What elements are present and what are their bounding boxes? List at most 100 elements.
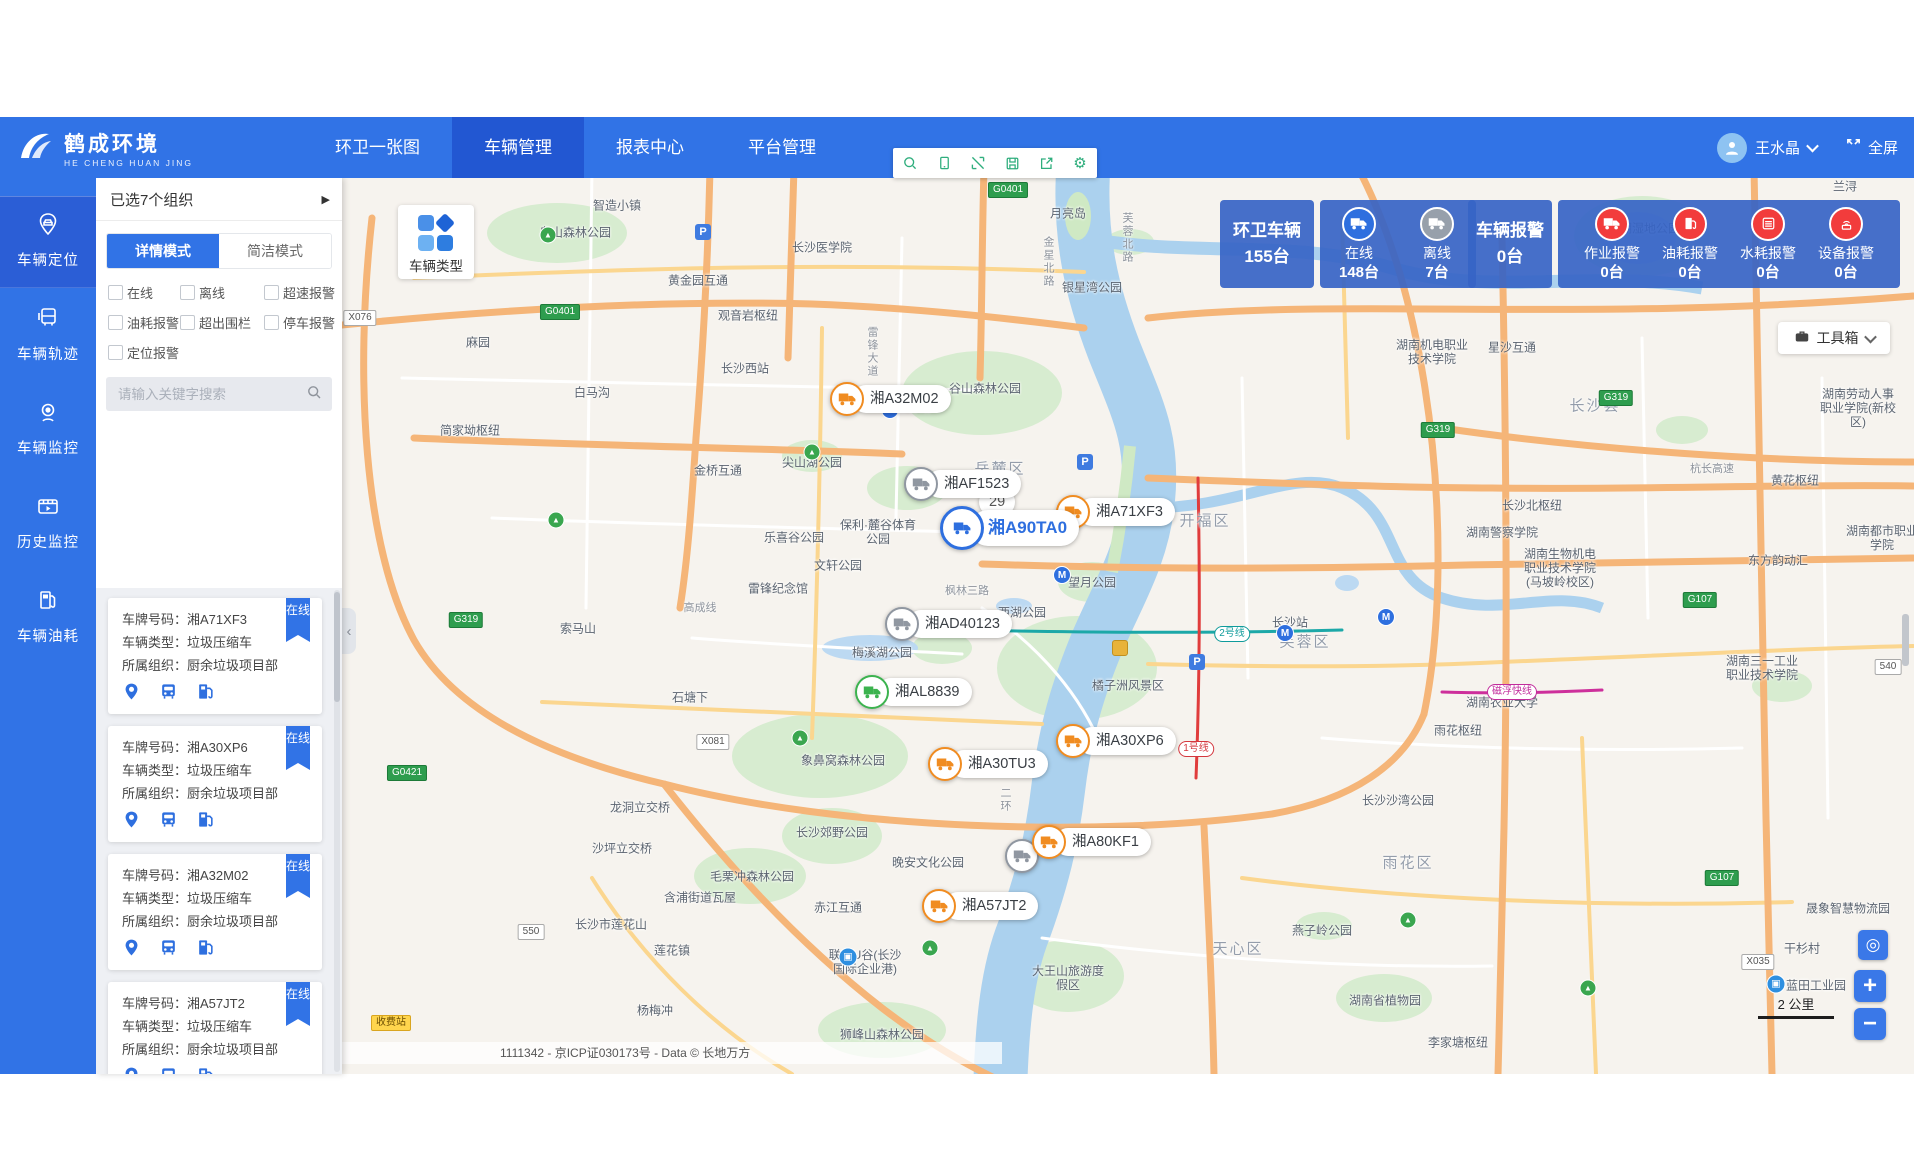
expand-arrows-icon[interactable]: [967, 152, 989, 174]
filter-checkbox[interactable]: 油耗报警: [108, 313, 180, 332]
vehicle-marker[interactable]: 湘A90TA0: [940, 506, 1079, 550]
vehicle-marker[interactable]: 湘AL8839: [855, 675, 972, 709]
checkbox-icon[interactable]: [264, 285, 279, 300]
filter-checkbox[interactable]: 在线: [108, 283, 180, 302]
menu-item-vehicle-management[interactable]: 车辆管理: [452, 117, 584, 178]
menu-item-platform[interactable]: 平台管理: [716, 117, 848, 178]
menu-item-overview[interactable]: 环卫一张图: [303, 117, 452, 178]
settings-gear-icon[interactable]: ⚙: [1069, 152, 1091, 174]
logo-subtitle: HE CHENG HUAN JING: [64, 158, 193, 168]
vehicle-marker[interactable]: 湘A30XP6: [1056, 724, 1176, 758]
zoom-in-button[interactable]: +: [1854, 970, 1886, 1002]
vehicle-card[interactable]: 车牌号码：湘A30XP6 车辆类型：垃圾压缩车 所属组织：厨余垃圾项目部 在线: [108, 726, 322, 842]
checkbox-icon[interactable]: [264, 315, 279, 330]
map-label: 长沙沙湾公园: [1362, 792, 1434, 809]
vehicle-card[interactable]: 车牌号码：湘A71XF3 车辆类型：垃圾压缩车 所属组织：厨余垃圾项目部 在线: [108, 598, 322, 714]
menu-item-reports[interactable]: 报表中心: [584, 117, 716, 178]
fleet-title: 环卫车辆: [1233, 218, 1301, 244]
locate-vehicle-icon[interactable]: [122, 938, 141, 962]
locate-button[interactable]: ◎: [1858, 930, 1888, 960]
track-vehicle-icon[interactable]: [159, 682, 178, 706]
fuel-record-icon[interactable]: [196, 938, 215, 962]
checkbox-icon[interactable]: [108, 285, 123, 300]
toolbox-button[interactable]: 工具箱: [1778, 322, 1890, 354]
vehicle-marker-plate: 湘A71XF3: [1078, 498, 1175, 526]
map-label: 湖南劳动人事职业学院(新校区): [1818, 387, 1898, 429]
sidebar-item-vehicle-track[interactable]: 车辆轨迹: [0, 290, 96, 382]
vehicle-marker[interactable]: 湘AF1523: [904, 467, 1021, 501]
vehicle-card[interactable]: 车牌号码：湘A32M02 车辆类型：垃圾压缩车 所属组织：厨余垃圾项目部 在线: [108, 854, 322, 970]
user-name: 王水晶: [1755, 137, 1800, 158]
map-label: 索马山: [560, 620, 596, 637]
filter-checkbox[interactable]: 超出围栏: [180, 313, 264, 332]
vehicle-marker[interactable]: 湘AD40123: [885, 607, 1012, 641]
checkbox-icon[interactable]: [108, 345, 123, 360]
zoom-out-button[interactable]: −: [1854, 1008, 1886, 1040]
filter-checkbox[interactable]: 离线: [180, 283, 264, 302]
road-shield-badge: 2号线: [1214, 626, 1250, 642]
sidebar-item-vehicle-location[interactable]: 车辆定位: [0, 196, 96, 288]
fuel-record-icon[interactable]: [196, 810, 215, 834]
track-vehicle-icon[interactable]: [159, 938, 178, 962]
stat-alarm-total: 车辆报警 0台: [1468, 200, 1552, 288]
device-alarm-count: 0台: [1834, 264, 1857, 281]
tab-simple-mode[interactable]: 简洁模式: [219, 234, 331, 268]
fuel-alarm-label: 油耗报警: [1651, 244, 1729, 263]
truck-icon: [904, 467, 938, 501]
track-vehicle-icon[interactable]: [159, 810, 178, 834]
vehicle-card[interactable]: 车牌号码：湘A57JT2 车辆类型：垃圾压缩车 所属组织：厨余垃圾项目部 在线: [108, 982, 322, 1074]
checkbox-icon[interactable]: [108, 315, 123, 330]
org-selector[interactable]: 已选7个组织 ▶: [96, 178, 342, 221]
vehicle-marker[interactable]: 湘A80KF1: [1032, 825, 1151, 859]
vehicle-marker[interactable]: 湘A32M02: [830, 382, 951, 416]
map-scrollbar-fragment[interactable]: [1902, 614, 1909, 666]
poi-icon: [1400, 912, 1417, 929]
sidebar-item-vehicle-monitor[interactable]: 车辆监控: [0, 384, 96, 476]
type-label: 车辆类型：: [122, 635, 187, 650]
map-label: 石塘下: [672, 689, 708, 706]
filter-checkbox[interactable]: 停车报警: [264, 313, 336, 332]
user-menu[interactable]: 王水晶: [1717, 133, 1817, 163]
map-label: 湖南生物机电职业技术学院(马坡岭校区): [1520, 547, 1600, 589]
map-label: 乐喜谷公园: [764, 529, 824, 546]
map-label: 晟象智慧物流园: [1806, 900, 1890, 917]
zoom-search-icon[interactable]: [899, 152, 921, 174]
search-icon[interactable]: [306, 384, 322, 405]
road-shield-badge: G319: [1599, 390, 1633, 406]
checkbox-icon[interactable]: [180, 315, 195, 330]
search-input[interactable]: [116, 386, 306, 403]
sidebar-item-history-monitor[interactable]: 历史监控: [0, 478, 96, 570]
map-label: 莲花镇: [654, 942, 690, 959]
locate-vehicle-icon[interactable]: [122, 1066, 141, 1074]
road-shield-badge: X035: [1741, 954, 1774, 970]
water-alarm-label: 水耗报警: [1729, 244, 1807, 263]
filter-label: 定位报警: [127, 343, 179, 362]
fuel-record-icon[interactable]: [196, 682, 215, 706]
plate-value: 湘A57JT2: [187, 996, 245, 1011]
panel-scrollbar-thumb[interactable]: [334, 592, 340, 702]
poi-icon: [1189, 654, 1205, 670]
stat-fuel-alarm: 油耗报警 0台: [1651, 207, 1729, 282]
fuel-record-icon[interactable]: [196, 1066, 215, 1074]
vehicle-marker[interactable]: 湘A57JT2: [922, 889, 1038, 923]
map-label: 观音岩枢纽: [718, 307, 778, 324]
checkbox-icon[interactable]: [180, 285, 195, 300]
vehicle-type-grid-icon: [418, 215, 454, 251]
track-vehicle-icon[interactable]: [159, 1066, 178, 1074]
vehicle-marker[interactable]: 湘A30TU3: [928, 747, 1048, 781]
map-label: 湖南省植物园: [1349, 992, 1421, 1009]
fullscreen-button[interactable]: 全屏: [1845, 137, 1898, 158]
save-icon[interactable]: [1001, 152, 1023, 174]
locate-vehicle-icon[interactable]: [122, 810, 141, 834]
locate-vehicle-icon[interactable]: [122, 682, 141, 706]
sidebar-item-vehicle-fuel[interactable]: 车辆油耗: [0, 572, 96, 664]
share-export-icon[interactable]: [1035, 152, 1057, 174]
filter-checkbox[interactable]: 定位报警: [108, 343, 180, 362]
device-view-icon[interactable]: [933, 152, 955, 174]
filter-checkbox[interactable]: 超速报警: [264, 283, 336, 302]
fuel-alarm-icon: [1673, 207, 1707, 241]
tab-detail-mode[interactable]: 详情模式: [107, 234, 219, 268]
map-canvas[interactable]: 智造小镇乌山森林公园长沙医学院黄金园互通月亮岛银星湾公园观音岩枢纽金星北路芙蓉北…: [342, 178, 1914, 1074]
panel-collapse-handle[interactable]: ‹: [342, 608, 356, 654]
vehicle-type-button[interactable]: 车辆类型: [398, 205, 474, 279]
